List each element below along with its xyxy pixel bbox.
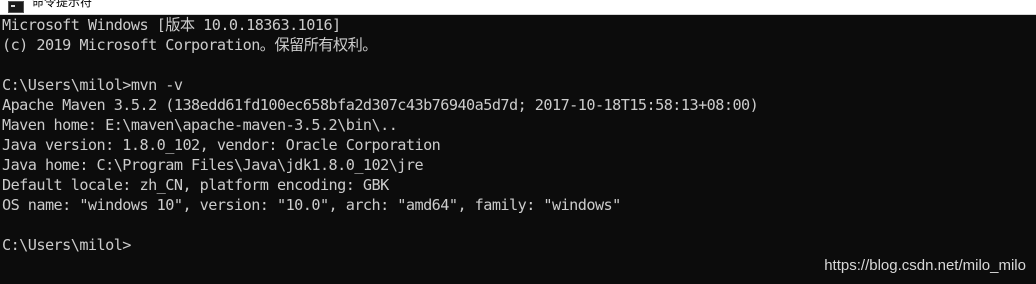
console-line: OS name: "windows 10", version: "10.0", …: [2, 196, 621, 214]
console-line: Apache Maven 3.5.2 (138edd61fd100ec658bf…: [2, 96, 759, 114]
prompt-command-line: C:\Users\milol>mvn -v: [2, 76, 183, 94]
console-app-icon: [8, 1, 24, 13]
prompt-line: C:\Users\milol>: [2, 236, 131, 254]
command-prompt-window: 命令提示符 Microsoft Windows [版本 10.0.18363.1…: [0, 0, 1036, 284]
console-output[interactable]: Microsoft Windows [版本 10.0.18363.1016] (…: [0, 15, 1036, 284]
console-line: Default locale: zh_CN, platform encoding…: [2, 176, 389, 194]
title-bar[interactable]: 命令提示符: [0, 0, 1036, 15]
watermark-text: https://blog.csdn.net/milo_milo: [824, 257, 1026, 274]
console-line: Java home: C:\Program Files\Java\jdk1.8.…: [2, 156, 424, 174]
console-line: Java version: 1.8.0_102, vendor: Oracle …: [2, 136, 441, 154]
console-line: Microsoft Windows [版本 10.0.18363.1016]: [2, 16, 341, 34]
window-title: 命令提示符: [32, 0, 93, 9]
console-line: (c) 2019 Microsoft Corporation。保留所有权利。: [2, 36, 377, 54]
console-line: Maven home: E:\maven\apache-maven-3.5.2\…: [2, 116, 398, 134]
